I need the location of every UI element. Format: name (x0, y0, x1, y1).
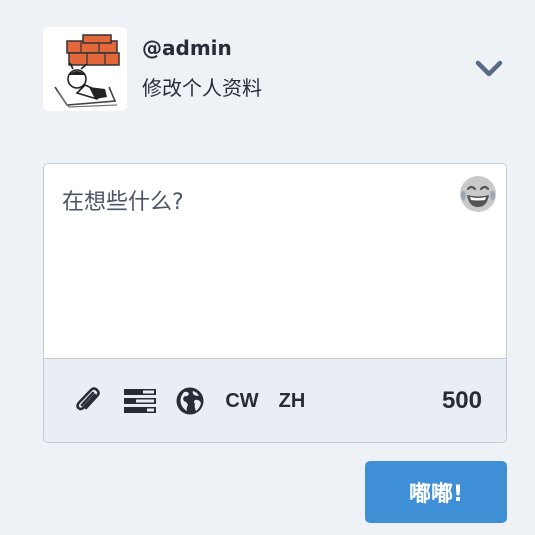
paperclip-icon (76, 387, 100, 411)
compose-toolbar: CW ZH 500 (44, 358, 506, 442)
publish-button[interactable]: 嘟嘟! (365, 461, 507, 523)
chevron-down-icon (475, 60, 503, 77)
emoji-picker-button[interactable] (458, 174, 498, 214)
edit-profile-link[interactable]: 修改个人资料 (142, 72, 262, 101)
avatar-illustration (43, 27, 127, 111)
poll-icon (124, 389, 156, 413)
avatar[interactable] (43, 27, 127, 111)
attach-media-button[interactable] (72, 385, 104, 417)
add-poll-button[interactable] (123, 385, 157, 417)
character-counter: 500 (441, 387, 482, 414)
language-button[interactable]: ZH (276, 385, 308, 417)
privacy-button[interactable] (175, 385, 205, 417)
account-handle: @admin (142, 36, 232, 60)
compose-form: CW ZH 500 (43, 163, 507, 443)
content-warning-button[interactable]: CW (224, 385, 260, 417)
laughing-tears-emoji-icon (460, 176, 496, 212)
status-textarea[interactable] (44, 164, 506, 358)
globe-icon (176, 387, 204, 415)
account-menu-button[interactable] (474, 58, 504, 80)
